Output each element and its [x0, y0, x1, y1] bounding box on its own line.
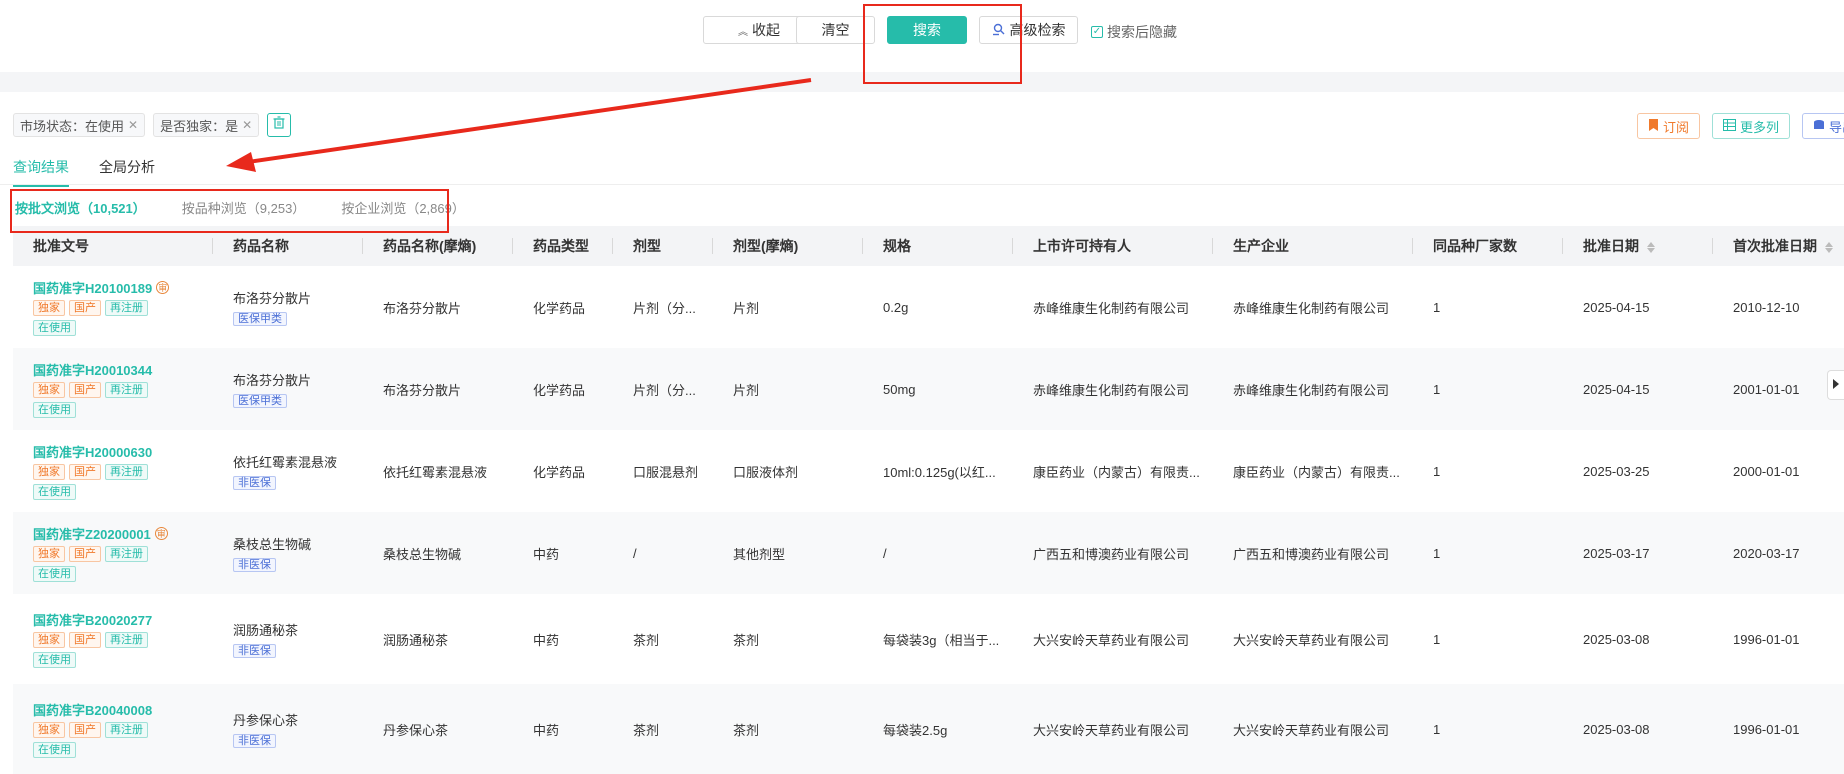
annotation-arrow — [226, 78, 812, 172]
